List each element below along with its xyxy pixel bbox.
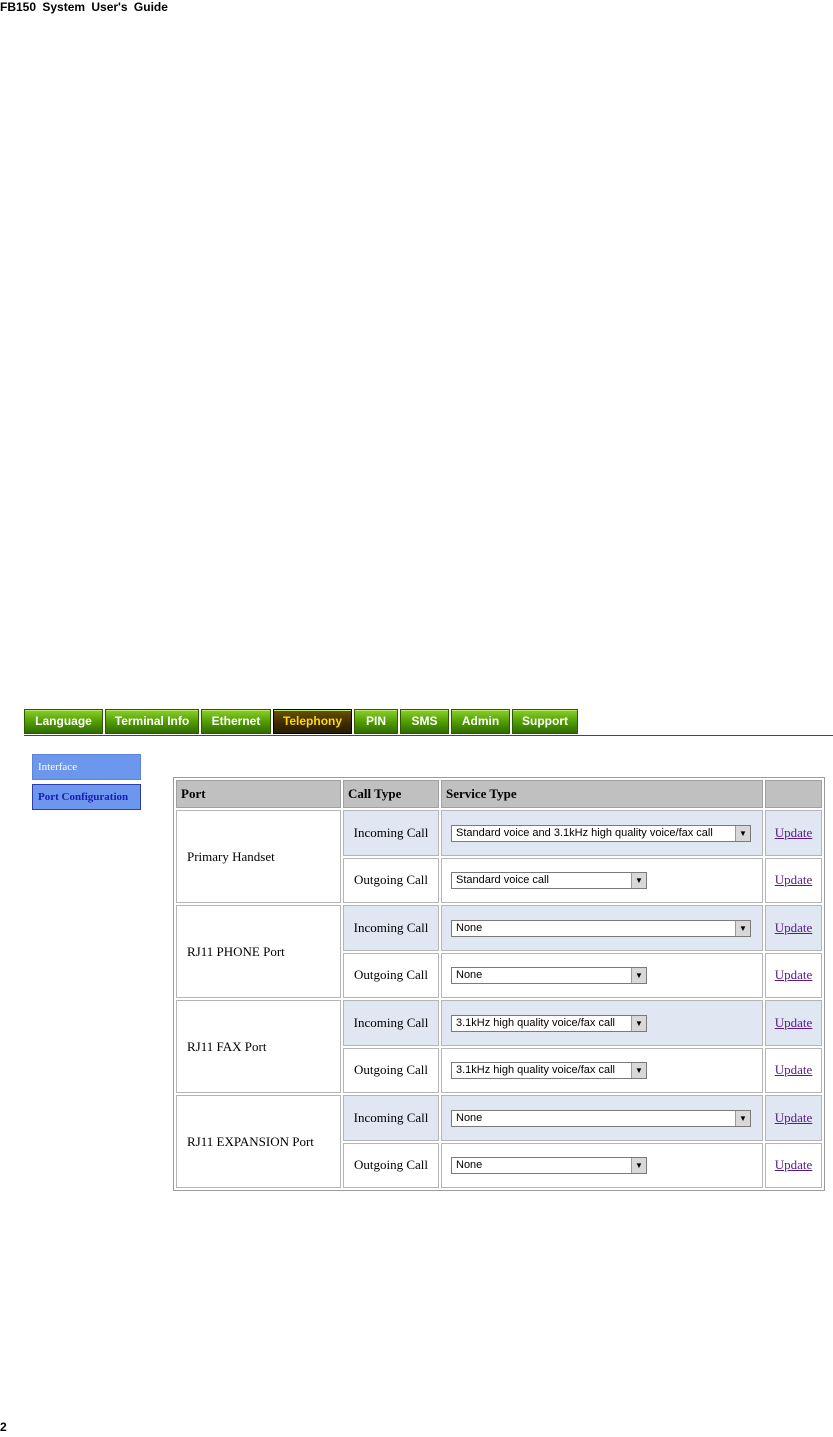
chevron-down-icon: ▼	[735, 920, 750, 936]
tab-pin[interactable]: PIN	[354, 709, 398, 734]
chevron-down-icon: ▼	[631, 873, 646, 888]
chevron-down-icon: ▼	[631, 1063, 646, 1078]
tab-sms[interactable]: SMS	[400, 709, 449, 734]
update-link[interactable]: Update	[775, 920, 813, 935]
chevron-down-icon: ▼	[631, 1158, 646, 1173]
service-type-select[interactable]: None ▼	[451, 1157, 647, 1174]
call-type-label: Incoming Call	[343, 1095, 439, 1141]
tab-support[interactable]: Support	[512, 709, 578, 734]
tab-bar-divider	[24, 735, 833, 736]
tab-language[interactable]: Language	[24, 709, 103, 734]
port-configuration-table: Port Call Type Service Type Primary Hand…	[173, 777, 825, 1191]
update-link[interactable]: Update	[775, 1110, 813, 1125]
port-name: Primary Handset	[176, 810, 341, 903]
update-link[interactable]: Update	[775, 872, 813, 887]
menu-item-interface[interactable]: Interface	[32, 754, 141, 780]
header-action	[765, 780, 822, 808]
call-type-label: Outgoing Call	[343, 1142, 439, 1188]
call-type-label: Outgoing Call	[343, 952, 439, 998]
update-link[interactable]: Update	[775, 967, 813, 982]
port-name: RJ11 EXPANSION Port	[176, 1095, 341, 1188]
header-port: Port	[176, 780, 341, 808]
chevron-down-icon: ▼	[631, 1015, 646, 1031]
port-name: RJ11 FAX Port	[176, 1000, 341, 1093]
document-header: FB150 System User's Guide	[0, 0, 168, 14]
chevron-down-icon: ▼	[631, 968, 646, 983]
service-type-select[interactable]: Standard voice call ▼	[451, 872, 647, 889]
table-header-row: Port Call Type Service Type	[176, 780, 822, 808]
call-type-label: Incoming Call	[343, 905, 439, 951]
update-link[interactable]: Update	[775, 1015, 813, 1030]
call-type-label: Incoming Call	[343, 810, 439, 856]
tab-admin[interactable]: Admin	[451, 709, 510, 734]
tab-terminal-info[interactable]: Terminal Info	[105, 709, 199, 734]
call-type-label: Incoming Call	[343, 1000, 439, 1046]
table-row: RJ11 FAX Port Incoming Call 3.1kHz high …	[176, 1000, 822, 1093]
page-number: 2	[0, 1420, 7, 1434]
service-type-select[interactable]: 3.1kHz high quality voice/fax call ▼	[451, 1014, 647, 1032]
table-row: RJ11 PHONE Port Incoming Call None ▼ Upd…	[176, 905, 822, 998]
tab-ethernet[interactable]: Ethernet	[201, 709, 271, 734]
chevron-down-icon: ▼	[735, 1110, 750, 1126]
update-link[interactable]: Update	[775, 1062, 813, 1077]
service-type-select[interactable]: Standard voice and 3.1kHz high quality v…	[451, 824, 751, 842]
service-type-select[interactable]: 3.1kHz high quality voice/fax call ▼	[451, 1062, 647, 1079]
table-row: Primary Handset Incoming Call Standard v…	[176, 810, 822, 903]
update-link[interactable]: Update	[775, 1157, 813, 1172]
service-type-select[interactable]: None ▼	[451, 1109, 751, 1127]
call-type-label: Outgoing Call	[343, 857, 439, 903]
tab-telephony[interactable]: Telephony	[273, 709, 352, 734]
call-type-label: Outgoing Call	[343, 1047, 439, 1093]
header-call-type: Call Type	[343, 780, 439, 808]
menu-item-port-configuration[interactable]: Port Configuration	[32, 784, 141, 810]
service-type-select[interactable]: None ▼	[451, 967, 647, 984]
table-row: RJ11 EXPANSION Port Incoming Call None ▼…	[176, 1095, 822, 1188]
main-tab-bar: Language Terminal Info Ethernet Telephon…	[24, 709, 580, 736]
side-menu: Interface Port Configuration	[32, 754, 141, 814]
update-link[interactable]: Update	[775, 825, 813, 840]
chevron-down-icon: ▼	[735, 825, 750, 841]
port-name: RJ11 PHONE Port	[176, 905, 341, 998]
service-type-select[interactable]: None ▼	[451, 919, 751, 937]
header-service-type: Service Type	[441, 780, 763, 808]
